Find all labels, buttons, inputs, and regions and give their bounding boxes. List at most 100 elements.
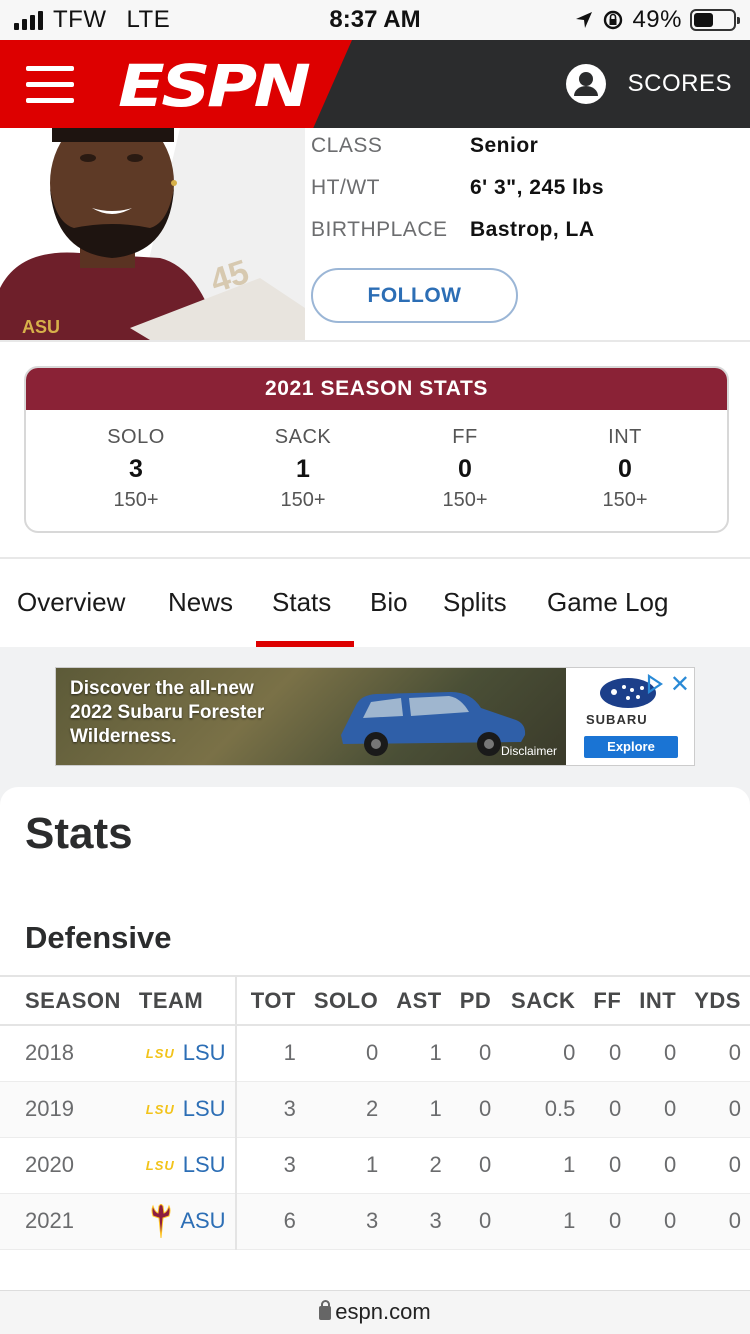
tot-cell: 3 bbox=[235, 1081, 305, 1138]
int-cell: 0 bbox=[630, 1193, 686, 1250]
tab-news[interactable]: News bbox=[168, 587, 233, 618]
espn-logo[interactable]: ESPN bbox=[118, 52, 311, 120]
season-stat-solo: SOLO 3 150+ bbox=[56, 426, 216, 512]
player-headshot: 45 ASU bbox=[0, 128, 305, 340]
site-header: ESPN SCORES bbox=[0, 40, 750, 128]
player-tabs: Overview News Stats Bio Splits Game Log bbox=[0, 559, 750, 647]
stat-rank: 150+ bbox=[113, 489, 159, 511]
ast-cell: 3 bbox=[387, 1193, 451, 1250]
column-header-season[interactable]: SEASON bbox=[0, 975, 130, 1026]
stat-value: 0 bbox=[618, 455, 632, 483]
close-icon[interactable]: ✕ bbox=[670, 670, 690, 699]
solo-cell: 3 bbox=[304, 1193, 388, 1250]
yds-cell: 0 bbox=[685, 1025, 750, 1082]
birthplace-value: Bastrop, LA bbox=[470, 218, 595, 241]
tab-bio[interactable]: Bio bbox=[370, 587, 408, 618]
bio-htwt-row: HT/WT 6' 3", 245 lbs bbox=[311, 176, 604, 200]
column-header-team[interactable]: TEAM bbox=[129, 975, 237, 1026]
explore-button[interactable]: Explore bbox=[584, 736, 678, 758]
battery-percent: 49% bbox=[632, 6, 682, 33]
season-stat-sack: SACK 1 150+ bbox=[223, 426, 383, 512]
int-cell: 0 bbox=[630, 1137, 686, 1194]
team-cell: LSU LSU bbox=[129, 1025, 237, 1082]
sack-cell: 0.5 bbox=[500, 1081, 585, 1138]
ad-headline-line: Wilderness. bbox=[70, 726, 177, 747]
solo-cell: 1 bbox=[304, 1137, 388, 1194]
season-cell: 2019 bbox=[0, 1081, 130, 1138]
table-row: 2019 LSU LSU 3 2 1 0 0.5 0 0 0 bbox=[0, 1081, 750, 1138]
url-display[interactable]: espn.com bbox=[319, 1299, 431, 1324]
subaru-ad-banner[interactable]: Discover the all-new 2022 Subaru Foreste… bbox=[55, 667, 695, 766]
column-header-pd[interactable]: PD bbox=[450, 975, 501, 1026]
tab-overview[interactable]: Overview bbox=[17, 587, 125, 618]
team-link[interactable]: LSU bbox=[183, 1040, 226, 1066]
stat-value: 0 bbox=[458, 455, 472, 483]
table-row: 2018 LSU LSU 1 0 1 0 0 0 0 0 bbox=[0, 1025, 750, 1082]
ff-cell: 0 bbox=[584, 1193, 631, 1250]
menu-icon[interactable] bbox=[26, 66, 74, 104]
table-header-row: SEASON TEAM TOT SOLO AST PD SACK FF INT … bbox=[0, 975, 750, 1026]
follow-button[interactable]: FOLLOW bbox=[311, 268, 518, 323]
column-header-solo[interactable]: SOLO bbox=[304, 975, 388, 1026]
birthplace-label: BIRTHPLACE bbox=[311, 218, 448, 241]
asu-pitchfork-icon bbox=[151, 1204, 171, 1238]
status-bar: TFW LTE 8:37 AM 49% bbox=[0, 0, 750, 40]
team-link[interactable]: LSU bbox=[183, 1152, 226, 1178]
htwt-label: HT/WT bbox=[311, 176, 380, 199]
ad-disclaimer[interactable]: Disclaimer bbox=[501, 744, 557, 758]
class-value: Senior bbox=[470, 134, 539, 157]
team-cell: ASU bbox=[129, 1193, 237, 1250]
ff-cell: 0 bbox=[584, 1081, 631, 1138]
page-title: Stats bbox=[25, 809, 133, 858]
lsu-logo-icon: LSU bbox=[145, 1157, 175, 1173]
yds-cell: 0 bbox=[685, 1081, 750, 1138]
sack-cell: 1 bbox=[500, 1137, 585, 1194]
column-header-ff[interactable]: FF bbox=[584, 975, 631, 1026]
location-arrow-icon bbox=[576, 12, 593, 28]
team-cell: LSU LSU bbox=[129, 1137, 237, 1194]
lock-icon bbox=[319, 1300, 332, 1320]
browser-url-bar[interactable]: espn.com bbox=[0, 1290, 750, 1334]
solo-cell: 2 bbox=[304, 1081, 388, 1138]
yds-cell: 0 bbox=[685, 1193, 750, 1250]
ast-cell: 2 bbox=[387, 1137, 451, 1194]
ff-cell: 0 bbox=[584, 1025, 631, 1082]
bio-class-row: CLASS Senior bbox=[311, 134, 538, 158]
stat-rank: 150+ bbox=[602, 489, 648, 511]
solo-cell: 0 bbox=[304, 1025, 388, 1082]
account-icon[interactable] bbox=[566, 64, 606, 104]
team-link[interactable]: LSU bbox=[183, 1096, 226, 1122]
column-header-yds[interactable]: YDS bbox=[685, 975, 750, 1026]
ad-brand: SUBARU bbox=[586, 712, 648, 727]
tot-cell: 6 bbox=[235, 1193, 305, 1250]
team-link[interactable]: ASU bbox=[180, 1208, 225, 1234]
bio-birthplace-row: BIRTHPLACE Bastrop, LA bbox=[311, 218, 594, 242]
column-header-tot[interactable]: TOT bbox=[235, 975, 305, 1026]
ad-sidebar: ✕ SUBARU Explore bbox=[566, 668, 694, 765]
tab-stats[interactable]: Stats bbox=[272, 587, 331, 618]
ast-cell: 1 bbox=[387, 1081, 451, 1138]
pd-cell: 0 bbox=[450, 1025, 501, 1082]
int-cell: 0 bbox=[630, 1025, 686, 1082]
scores-link[interactable]: SCORES bbox=[628, 70, 732, 98]
column-header-ast[interactable]: AST bbox=[387, 975, 451, 1026]
pd-cell: 0 bbox=[450, 1193, 501, 1250]
battery-icon bbox=[690, 9, 740, 31]
class-label: CLASS bbox=[311, 134, 383, 157]
ad-headline-line: 2022 Subaru Forester bbox=[70, 702, 265, 723]
adchoices-icon[interactable] bbox=[646, 674, 664, 694]
stat-value: 1 bbox=[296, 455, 310, 483]
column-header-sack[interactable]: SACK bbox=[500, 975, 585, 1026]
lsu-logo-icon: LSU bbox=[145, 1045, 175, 1061]
season-cell: 2018 bbox=[0, 1025, 130, 1082]
table-row: 2021 ASU 6 3 3 0 1 0 0 0 bbox=[0, 1193, 750, 1250]
tab-splits[interactable]: Splits bbox=[443, 587, 507, 618]
column-header-int[interactable]: INT bbox=[630, 975, 686, 1026]
ff-cell: 0 bbox=[584, 1137, 631, 1194]
ad-image[interactable]: Discover the all-new 2022 Subaru Foreste… bbox=[56, 668, 566, 765]
ad-headline: Discover the all-new 2022 Subaru Foreste… bbox=[70, 677, 264, 749]
section-title: Defensive bbox=[25, 920, 172, 955]
tab-game-log[interactable]: Game Log bbox=[547, 587, 668, 618]
stat-label: SOLO bbox=[107, 426, 165, 448]
table-row: 2020 LSU LSU 3 1 2 0 1 0 0 0 bbox=[0, 1137, 750, 1194]
